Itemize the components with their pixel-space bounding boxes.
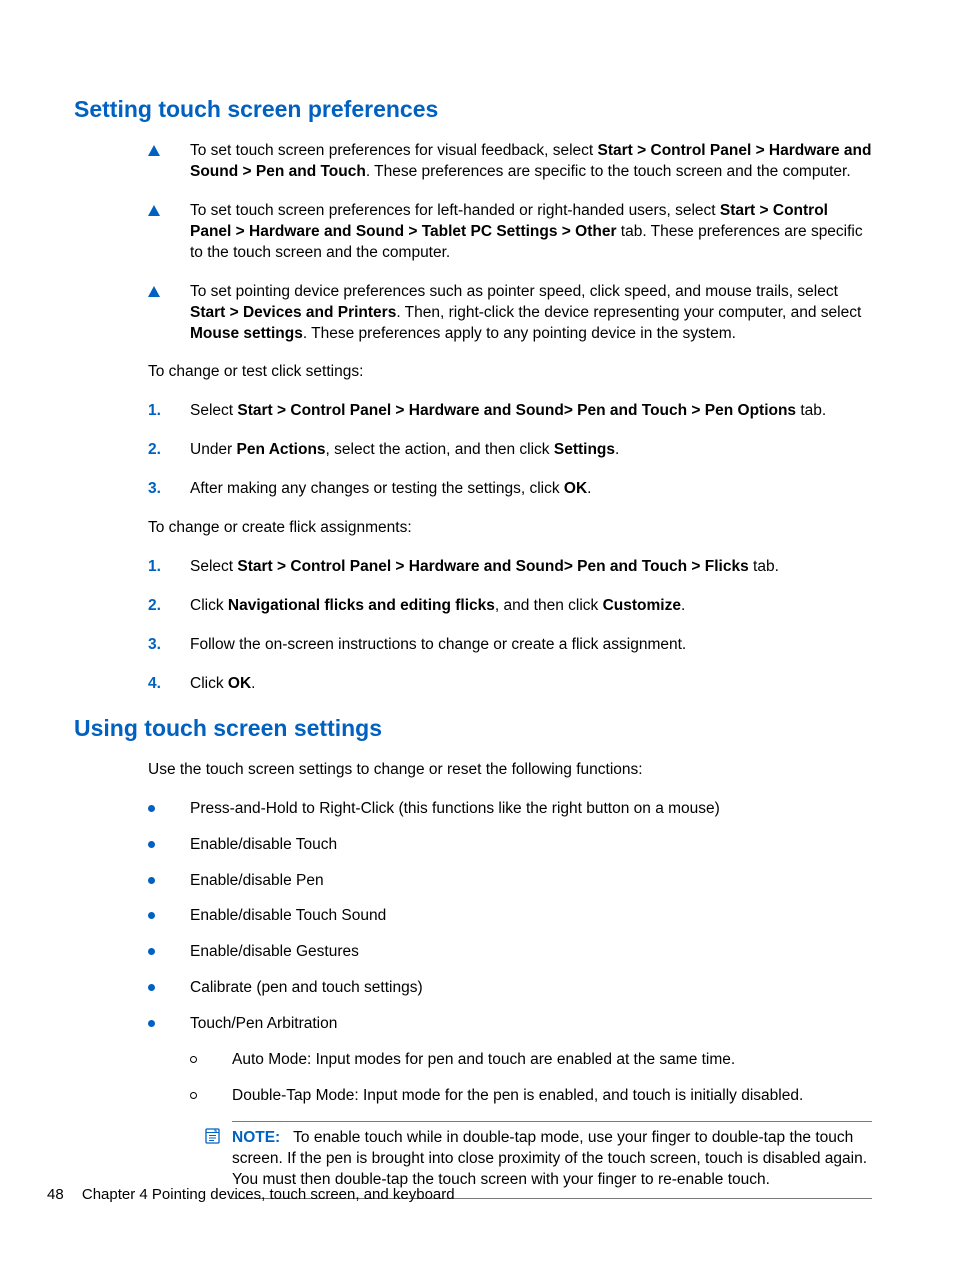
list-item: Auto Mode: Input modes for pen and touch… [190,1050,872,1071]
text: Under [190,441,237,458]
bullet-list-functions: Press-and-Hold to Right-Click (this func… [148,799,872,1199]
text: . These preferences are specific to the … [366,163,851,180]
text: Touch/Pen Arbitration [190,1015,337,1032]
text: , and then click [495,597,603,614]
tri-item-2: To set touch screen preferences for left… [148,201,872,264]
list-item: 2. Click Navigational flicks and editing … [148,596,872,617]
chapter-title: Chapter 4 Pointing devices, touch screen… [82,1186,455,1203]
bold: Pen Actions [237,441,326,458]
bold: Start > Devices and Printers [190,304,396,321]
ordered-list-flick: 1. Select Start > Control Panel > Hardwar… [148,557,872,695]
bold: OK [228,675,251,692]
note-label: NOTE: [232,1129,280,1146]
bold: OK [564,480,587,497]
text: . [681,597,685,614]
text: After making any changes or testing the … [190,480,564,497]
page-footer: 48 Chapter 4 Pointing devices, touch scr… [47,1185,455,1205]
note-icon [204,1128,221,1144]
text: Follow the on-screen instructions to cha… [190,636,686,653]
list-item: 4. Click OK. [148,674,872,695]
ordered-list-click: 1. Select Start > Control Panel > Hardwar… [148,401,872,500]
list-item: 3. Follow the on-screen instructions to c… [148,635,872,656]
paragraph-click-settings: To change or test click settings: [148,362,872,383]
bold: Start > Control Panel > Hardware and Sou… [237,402,796,419]
text: Select [190,402,237,419]
paragraph-flick: To change or create flick assignments: [148,518,872,539]
text: . [615,441,619,458]
text: Click [190,675,228,692]
number-marker: 1. [148,401,161,422]
number-marker: 2. [148,440,161,461]
tri-item-3: To set pointing device preferences such … [148,282,872,345]
list-item: Calibrate (pen and touch settings) [148,978,872,999]
bold: Settings [554,441,615,458]
tri-item-1: To set touch screen preferences for visu… [148,141,872,183]
bold: Customize [603,597,681,614]
text: To set pointing device preferences such … [190,283,838,300]
bold: Start > Control Panel > Hardware and Sou… [237,558,748,575]
number-marker: 3. [148,479,161,500]
number-marker: 2. [148,596,161,617]
triangle-list: To set touch screen preferences for visu… [74,141,872,344]
text: Select [190,558,237,575]
text: tab. [796,402,826,419]
heading-using-settings: Using touch screen settings [74,713,872,744]
list-item: Enable/disable Gestures [148,942,872,963]
text: . [251,675,255,692]
bold: Mouse settings [190,325,303,342]
heading-setting-preferences: Setting touch screen preferences [74,94,872,125]
list-item: 2. Under Pen Actions, select the action, … [148,440,872,461]
text: . These preferences apply to any pointin… [303,325,736,342]
text: To set touch screen preferences for visu… [190,142,598,159]
bold: Navigational flicks and editing flicks [228,597,495,614]
text: To set touch screen preferences for left… [190,202,720,219]
text: Click [190,597,228,614]
page-number: 48 [47,1186,64,1203]
number-marker: 4. [148,674,161,695]
sub-list: Auto Mode: Input modes for pen and touch… [190,1050,872,1199]
list-item: Enable/disable Touch Sound [148,906,872,927]
text: Double-Tap Mode: Input mode for the pen … [232,1087,803,1104]
note-text: To enable touch while in double-tap mode… [232,1129,867,1188]
text: tab. [749,558,779,575]
list-item: Double-Tap Mode: Input mode for the pen … [190,1086,872,1199]
paragraph-functions: Use the touch screen settings to change … [148,760,872,781]
text: , select the action, and then click [326,441,554,458]
text: . [587,480,591,497]
list-item: Touch/Pen Arbitration Auto Mode: Input m… [148,1014,872,1199]
number-marker: 3. [148,635,161,656]
list-item: 1. Select Start > Control Panel > Hardwar… [148,401,872,422]
list-item: 1. Select Start > Control Panel > Hardwar… [148,557,872,578]
list-item: Enable/disable Touch [148,835,872,856]
list-item: 3. After making any changes or testing th… [148,479,872,500]
list-item: Press-and-Hold to Right-Click (this func… [148,799,872,820]
number-marker: 1. [148,557,161,578]
list-item: Enable/disable Pen [148,871,872,892]
text: . Then, right-click the device represent… [396,304,861,321]
